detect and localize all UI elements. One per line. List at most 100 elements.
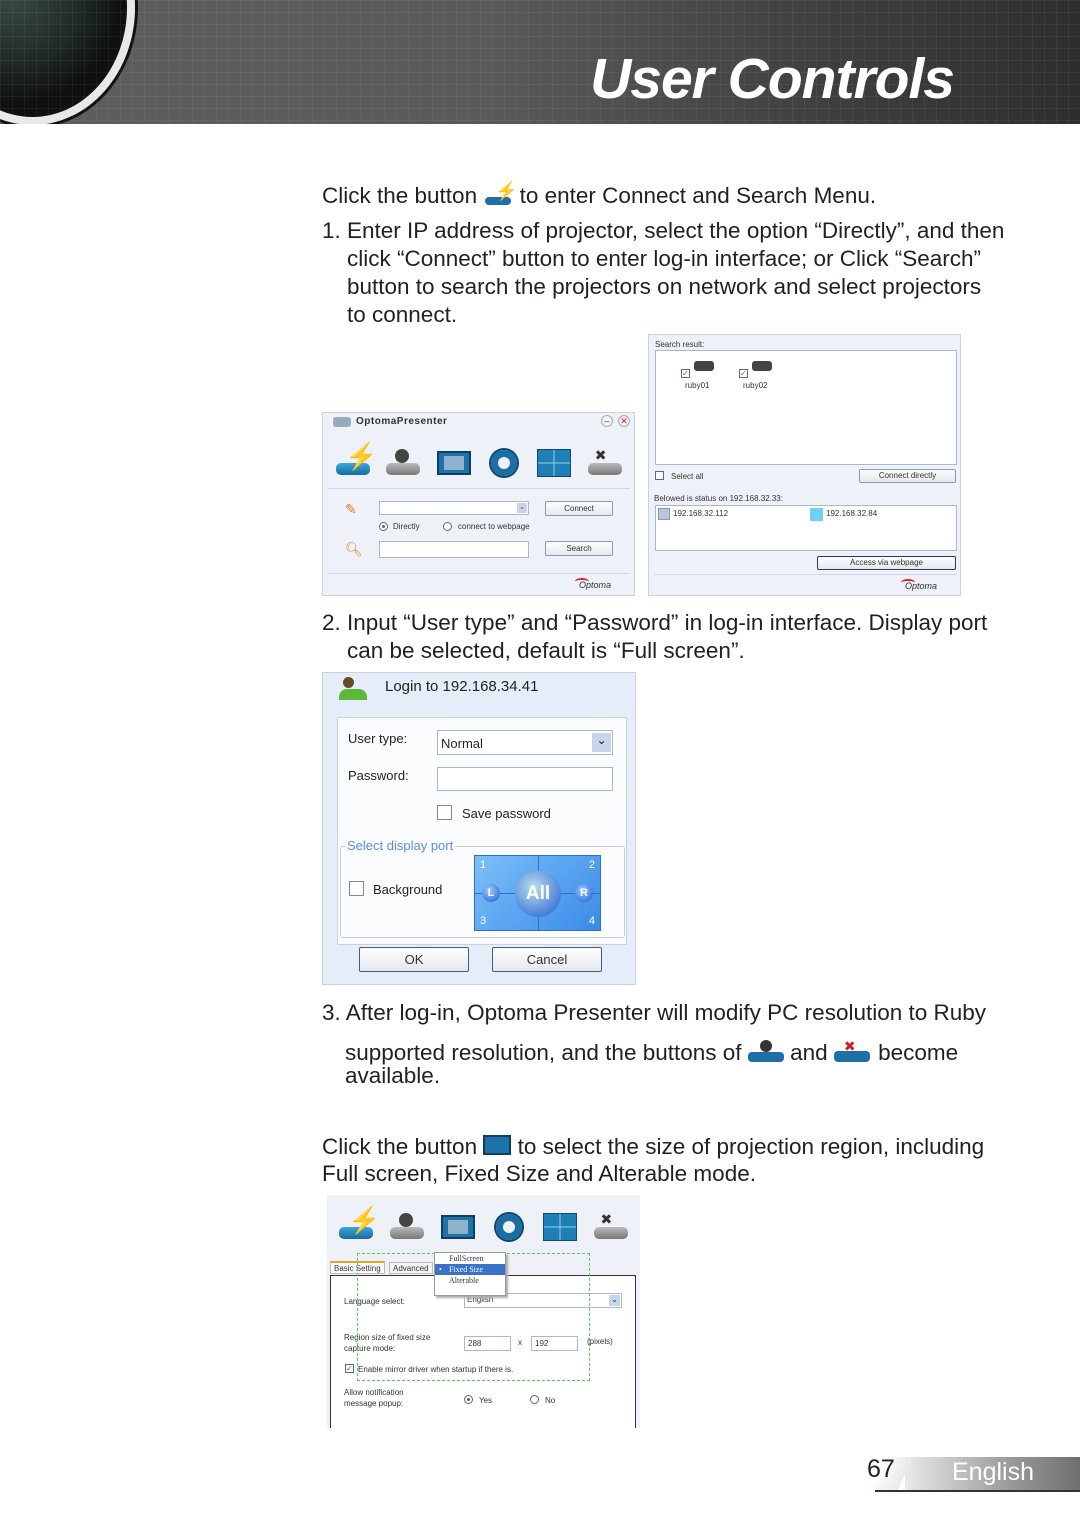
minimize-button[interactable]: – (601, 415, 613, 427)
presenter-window: OptomaPresenter – ✕ ⚡ ✖ ✎ ⌄ Connect Dire… (322, 412, 635, 596)
play-projector-icon[interactable] (383, 447, 423, 479)
toolbar: ⚡ ✖ (331, 1201, 636, 1253)
step1-line: click “Connect” button to enter log-in i… (347, 246, 982, 271)
divider (328, 573, 630, 574)
presenter-app-icon (333, 417, 351, 427)
search-result-label: Search result: (655, 340, 705, 349)
select-all-label: Select all (671, 472, 704, 481)
tab-basic-setting[interactable]: Basic Setting (330, 1261, 385, 1274)
play-projector-icon[interactable] (387, 1211, 427, 1243)
footer-rule (875, 1490, 1080, 1492)
disconnect-projector-icon[interactable]: ✖ (585, 447, 625, 479)
search-input[interactable] (379, 541, 529, 558)
user-type-value: Normal (441, 736, 483, 751)
connect-button[interactable]: Connect (545, 501, 613, 516)
close-button[interactable]: ✕ (618, 415, 630, 427)
device-ruby02[interactable]: ✓ ruby02 (734, 357, 784, 393)
display-region-icon[interactable] (434, 447, 474, 479)
lens-graphic (0, 0, 135, 124)
client-ip[interactable]: 192.168.32.112 (673, 509, 728, 518)
access-webpage-button[interactable]: Access via webpage (817, 556, 956, 570)
port-3[interactable]: 3 (480, 915, 486, 927)
play-projector-icon (747, 1040, 784, 1062)
search-button[interactable]: Search (545, 541, 613, 556)
chevron-down-icon[interactable]: ⌄ (592, 733, 611, 752)
search-magnifier-icon: 🔍︎ (345, 541, 363, 557)
port-right[interactable]: R (575, 884, 593, 902)
window-title: OptomaPresenter (356, 416, 448, 427)
toolbar: ⚡ ✖ (328, 437, 630, 489)
search-result-panel: Search result: ✓ ruby01 ✓ ruby02 Select … (648, 334, 961, 596)
select-all-checkbox[interactable] (655, 471, 664, 480)
projector-icon (694, 361, 714, 371)
region-mode-menu: FullScreen • Fixed Size Alterable (434, 1252, 506, 1296)
step2-line: can be selected, default is “Full screen… (347, 638, 745, 663)
port-1[interactable]: 1 (480, 859, 486, 871)
step1-line: 1. Enter IP address of projector, select… (322, 218, 1005, 243)
device-ruby01[interactable]: ✓ ruby01 (676, 357, 726, 393)
background-checkbox[interactable] (349, 881, 364, 896)
mirror-driver-label: Enable mirror driver when startup if the… (358, 1365, 514, 1374)
connect-directly-button[interactable]: Connect directly (859, 469, 956, 483)
device-checkbox[interactable]: ✓ (681, 369, 690, 378)
step3-line: available. (345, 1063, 441, 1088)
ip-address-combobox[interactable]: ⌄ (379, 501, 529, 515)
client-list: 192.168.32.112 192.168.32.84 (655, 505, 957, 551)
user-type-select[interactable]: Normal ⌄ (437, 730, 613, 755)
ok-button[interactable]: OK (359, 947, 469, 972)
region-height-input[interactable]: 192 (531, 1336, 578, 1351)
connect-search-icon[interactable]: ⚡ (333, 441, 378, 479)
notify-label: Allow notification (344, 1388, 404, 1397)
region-width-input[interactable]: 288 (464, 1336, 511, 1351)
settings-window: ⚡ ✖ Basic Setting Advanced Language sele… (327, 1195, 640, 1428)
save-password-label: Save password (462, 806, 551, 821)
display-port-legend: Select display port (345, 838, 456, 853)
device-checkbox[interactable]: ✓ (739, 369, 748, 378)
port-2[interactable]: 2 (589, 859, 595, 871)
password-input[interactable] (437, 767, 613, 791)
user-type-label: User type: (348, 731, 408, 746)
pencil-icon: ✎ (345, 501, 357, 517)
footer-language: English (952, 1458, 1034, 1486)
device-name: ruby01 (685, 381, 710, 390)
step2-line: 2. Input “User type” and “Password” in l… (322, 610, 988, 635)
menu-item-fixed-size[interactable]: • Fixed Size (435, 1264, 505, 1275)
save-password-checkbox[interactable] (437, 805, 452, 820)
step3-line: 3. After log-in, Optoma Presenter will m… (322, 1000, 987, 1025)
status-label: Belowed is status on 192.168.32.33: (654, 494, 783, 503)
region-label: Region size of fixed size (344, 1333, 431, 1342)
cancel-button[interactable]: Cancel (492, 947, 602, 972)
page-title: User Controls (590, 47, 955, 111)
page-number: 67 (867, 1455, 895, 1483)
times-sign: x (518, 1338, 522, 1347)
port-left[interactable]: L (482, 884, 500, 902)
menu-item-alterable[interactable]: Alterable (435, 1275, 505, 1286)
radio-directly[interactable] (379, 522, 388, 531)
search-result-list: ✓ ruby01 ✓ ruby02 (655, 350, 957, 465)
radio-no[interactable] (530, 1395, 539, 1404)
port-4[interactable]: 4 (589, 915, 595, 927)
disconnect-projector-icon[interactable]: ✖ (591, 1211, 631, 1243)
port-all[interactable]: All (515, 871, 561, 917)
radio-connect-webpage[interactable] (443, 522, 452, 531)
login-title: Login to 192.168.34.41 (385, 678, 539, 695)
client-icon (658, 508, 670, 520)
mirror-driver-checkbox[interactable]: ✓ (345, 1364, 354, 1373)
settings-gear-icon[interactable] (484, 447, 524, 479)
chevron-down-icon[interactable]: ⌄ (609, 1295, 620, 1306)
split-screen-icon[interactable] (534, 447, 574, 479)
region-text: Click the button to select the size of p… (322, 1134, 985, 1159)
split-screen-icon[interactable] (540, 1211, 580, 1243)
radio-yes[interactable] (464, 1395, 473, 1404)
connect-search-icon[interactable]: ⚡ (336, 1205, 381, 1243)
password-label: Password: (348, 768, 409, 783)
settings-gear-icon[interactable] (489, 1211, 529, 1243)
client-ip[interactable]: 192.168.32.84 (826, 509, 877, 518)
region-label: capture mode: (344, 1344, 396, 1353)
notify-label: message popup: (344, 1399, 404, 1408)
menu-item-fullscreen[interactable]: FullScreen (435, 1253, 505, 1264)
display-port-selector: 1 2 3 4 L All R (474, 855, 601, 931)
display-region-icon[interactable] (438, 1211, 478, 1243)
tab-advanced[interactable]: Advanced (389, 1262, 433, 1274)
step1-line: to connect. (347, 302, 458, 327)
